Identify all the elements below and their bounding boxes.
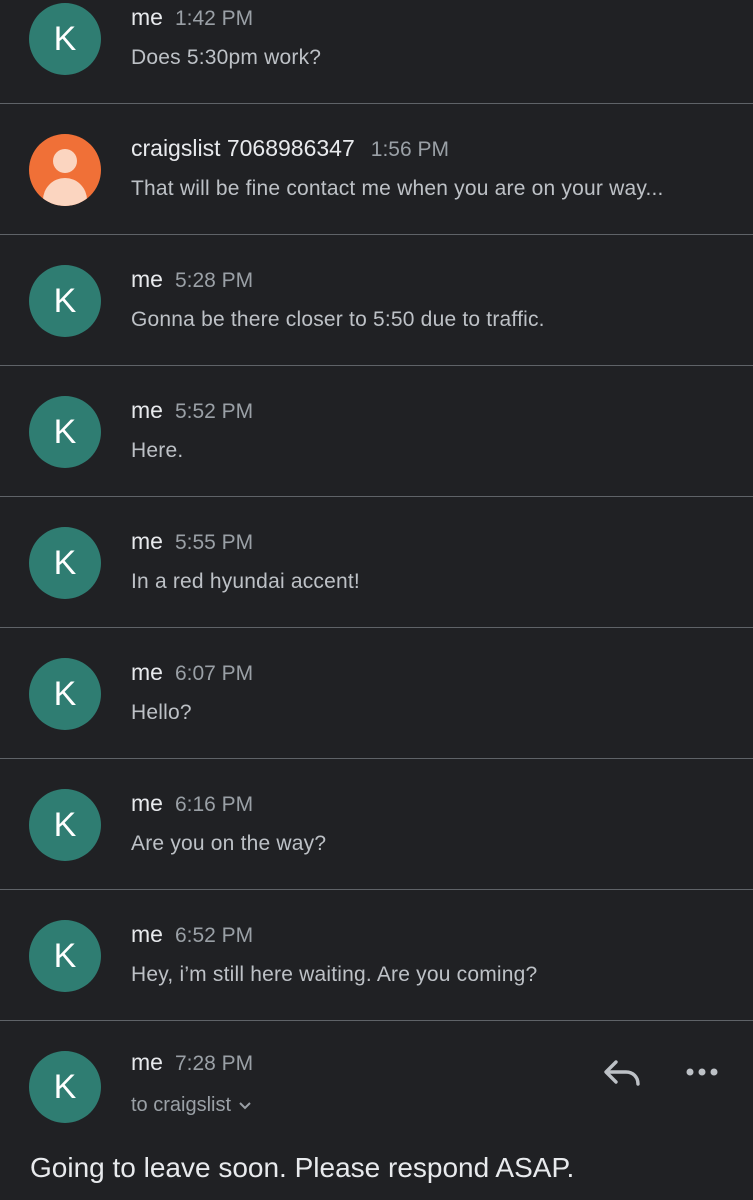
reply-icon[interactable] [600, 1052, 644, 1092]
message-time: 5:52 PM [174, 400, 254, 423]
sender-name: me [131, 921, 163, 947]
sender-line: me 6:07 PM [131, 659, 253, 686]
message-snippet: Gonna be there closer to 5:50 due to tra… [131, 308, 545, 331]
sender-line: me 7:28 PM [131, 1049, 253, 1076]
message-item[interactable]: K me 5:28 PM Gonna be there closer to 5:5… [0, 236, 753, 366]
message-item[interactable]: K me 1:42 PM Does 5:30pm work? [0, 0, 753, 104]
chevron-down-icon [239, 1102, 251, 1110]
recipient-label: to craigslist [131, 1094, 232, 1116]
message-snippet: Hello? [131, 701, 192, 724]
avatar: K [29, 396, 101, 468]
message-item[interactable]: K me 6:16 PM Are you on the way? [0, 760, 753, 890]
message-time: 6:07 PM [174, 662, 254, 685]
avatar: K [29, 658, 101, 730]
sender-name: me [131, 528, 163, 554]
message-time: 5:55 PM [174, 531, 254, 554]
sender-line: me 6:16 PM [131, 790, 253, 817]
message-time: 1:42 PM [174, 7, 254, 30]
sender-name: me [131, 659, 163, 685]
message-time: 6:16 PM [174, 793, 254, 816]
sender-line: me 1:42 PM [131, 4, 253, 31]
message-snippet: Are you on the way? [131, 832, 327, 855]
email-thread: K me 1:42 PM Does 5:30pm work? craigslist… [0, 0, 753, 1200]
sender-line: me 6:52 PM [131, 921, 253, 948]
message-time: 1:56 PM [370, 138, 449, 161]
message-snippet: Hey, i’m still here waiting. Are you com… [131, 963, 538, 986]
message-snippet: Here. [131, 439, 184, 462]
person-icon [29, 134, 101, 206]
avatar: K [29, 265, 101, 337]
person-icon-body [43, 178, 87, 206]
avatar: K [29, 1051, 101, 1123]
message-item[interactable]: craigslist 7068986347 1:56 PM That will b… [0, 105, 753, 235]
avatar: K [29, 527, 101, 599]
message-item[interactable]: K me 5:55 PM In a red hyundai accent! [0, 498, 753, 628]
message-item[interactable]: K me 6:07 PM Hello? [0, 629, 753, 759]
sender-name: me [131, 266, 163, 292]
message-item[interactable]: K me 6:52 PM Hey, i’m still here waiting.… [0, 891, 753, 1021]
sender-line: craigslist 7068986347 1:56 PM [131, 135, 449, 162]
message-snippet: Does 5:30pm work? [131, 46, 322, 69]
avatar: K [29, 920, 101, 992]
message-body: Going to leave soon. Please respond ASAP… [30, 1152, 575, 1183]
message-time: 5:28 PM [174, 269, 254, 292]
message-snippet: That will be fine contact me when you ar… [131, 177, 664, 200]
sender-line: me 5:28 PM [131, 266, 253, 293]
avatar: K [29, 789, 101, 861]
message-snippet: In a red hyundai accent! [131, 570, 360, 593]
sender-name: me [131, 4, 163, 30]
sender-name: me [131, 790, 163, 816]
person-icon-head [53, 149, 77, 173]
message-time: 6:52 PM [174, 924, 254, 947]
sender-name: craigslist 7068986347 [131, 135, 355, 161]
recipient-toggle[interactable]: to craigslist [131, 1094, 251, 1117]
avatar: K [29, 3, 101, 75]
sender-line: me 5:55 PM [131, 528, 253, 555]
message-time: 7:28 PM [174, 1052, 254, 1075]
sender-line: me 5:52 PM [131, 397, 253, 424]
sender-name: me [131, 1049, 163, 1075]
sender-name: me [131, 397, 163, 423]
message-item[interactable]: K me 5:52 PM Here. [0, 367, 753, 497]
more-options-icon[interactable] [680, 1054, 724, 1090]
